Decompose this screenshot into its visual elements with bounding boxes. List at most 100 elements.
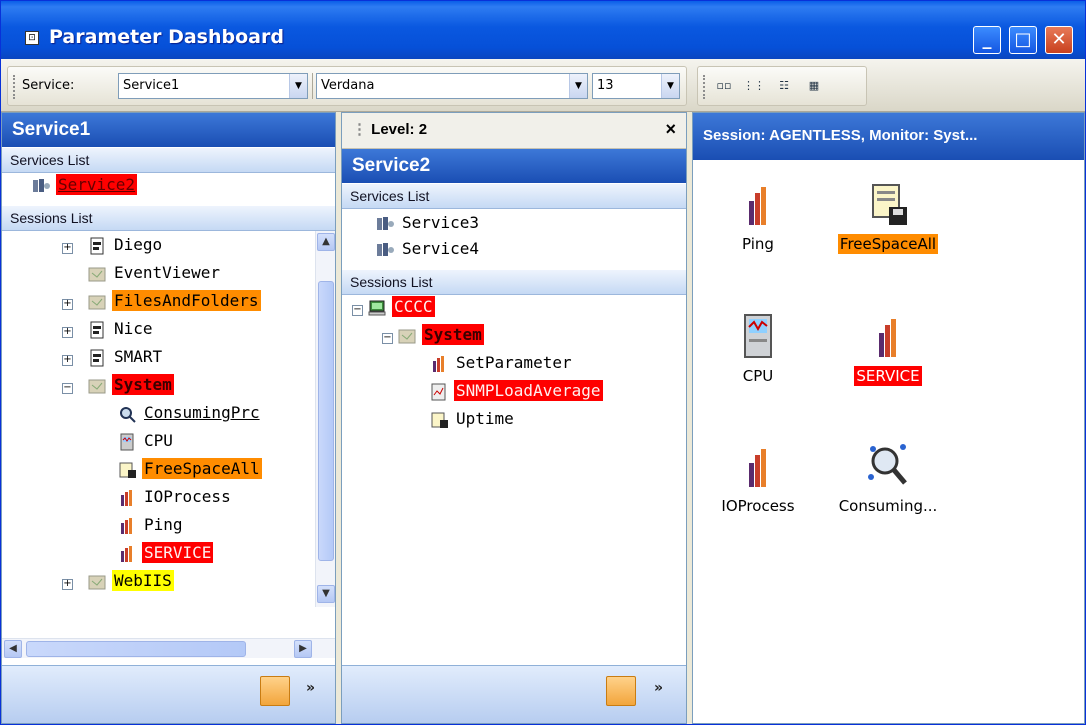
chevron-down-icon[interactable]: ▼ [289, 74, 307, 98]
tree-row[interactable]: SERVICE [118, 542, 214, 571]
expand-icon[interactable]: + [62, 579, 73, 590]
tree-row[interactable]: ConsumingPrc [118, 403, 262, 431]
overflow-chevron-icon[interactable]: » [654, 680, 663, 696]
services-list-header[interactable]: Services List [342, 183, 686, 209]
tile-label: Consuming... [838, 497, 938, 515]
monitor-icon-tile[interactable]: SERVICE [823, 313, 953, 386]
tree-row[interactable]: EventViewer [88, 263, 222, 291]
toolbar-grip[interactable] [13, 75, 16, 99]
scroll-down-button[interactable]: ▼ [317, 585, 335, 603]
tree-row[interactable]: FilesAndFolders [88, 290, 261, 319]
vertical-scrollbar[interactable]: ▲ ▼ [315, 231, 335, 607]
service-link[interactable]: Service2 [56, 174, 138, 195]
scroll-left-button[interactable]: ◀ [4, 640, 22, 658]
tree-label: Diego [114, 235, 163, 254]
monitor-icon-tile[interactable]: Consuming... [823, 443, 953, 515]
tree-row[interactable]: CPU [118, 431, 175, 459]
monitor-icon-tile[interactable]: Ping [693, 181, 823, 253]
service-select-value: Service1 [123, 78, 180, 93]
bars-icon [430, 355, 448, 373]
toolbar-grip[interactable] [703, 75, 706, 99]
tree-row[interactable]: IOProcess [118, 487, 233, 515]
level-header: ⋮ Level: 2 × [342, 113, 686, 149]
monitor-icon-tile[interactable]: FreeSpaceAll [823, 181, 953, 254]
horizontal-scrollbar[interactable]: ◀ ▶ [2, 638, 335, 658]
middle-pane-title: Service2 [342, 149, 686, 183]
calendar-icon[interactable] [606, 676, 636, 706]
expand-icon[interactable]: + [62, 299, 73, 310]
bars-icon [749, 187, 766, 225]
monitor-folder-icon [88, 265, 106, 283]
tree-label: SERVICE [142, 542, 214, 563]
session-monitor-header: Session: AGENTLESS, Monitor: Syst... [693, 113, 1084, 160]
tree-row[interactable]: SMART [88, 347, 164, 375]
monitor-icon-tile[interactable]: CPU [693, 313, 823, 385]
expand-icon[interactable]: + [62, 243, 73, 254]
tree-row[interactable]: Uptime [430, 409, 516, 437]
expand-icon[interactable]: + [62, 327, 73, 338]
cpu-icon [118, 433, 136, 451]
scroll-thumb[interactable] [26, 641, 246, 657]
minimize-button[interactable]: _ [973, 26, 1001, 54]
service-select[interactable]: Service1 ▼ [118, 73, 308, 99]
tree-row[interactable]: System [398, 324, 484, 353]
service-icon [376, 241, 394, 259]
tree-row[interactable]: FreeSpaceAll [118, 458, 262, 487]
sessions-list-header[interactable]: Sessions List [2, 205, 335, 231]
tree-row[interactable]: Ping [118, 515, 185, 543]
view-list-button[interactable]: ⋮⋮ [742, 75, 766, 97]
right-pane: Session: AGENTLESS, Monitor: Syst... Pin… [692, 112, 1085, 724]
tree-label: ConsumingPrc [144, 403, 260, 422]
overflow-chevron-icon[interactable]: » [306, 680, 315, 696]
services-list-header[interactable]: Services List [2, 147, 335, 173]
app-icon[interactable]: ⊡ [25, 31, 39, 45]
list-item[interactable]: Service3 [376, 213, 481, 241]
view-toolbar: ▫▫ ⋮⋮ ☷ ▦ [697, 66, 867, 106]
scroll-right-button[interactable]: ▶ [294, 640, 312, 658]
size-select[interactable]: 13 ▼ [592, 73, 680, 99]
chevron-down-icon[interactable]: ▼ [661, 74, 679, 98]
view-grid-button[interactable]: ▦ [802, 75, 826, 97]
list-item[interactable]: Service4 [376, 239, 481, 267]
title-bar[interactable]: ⊡ Parameter Dashboard _ □ ✕ [1, 1, 1085, 59]
tree-row[interactable]: SetParameter [430, 353, 574, 381]
list-item[interactable]: Service2 [32, 174, 138, 203]
tree-label: System [112, 374, 174, 395]
collapse-icon[interactable]: − [352, 305, 363, 316]
expand-icon[interactable]: + [62, 355, 73, 366]
scroll-up-button[interactable]: ▲ [317, 233, 335, 251]
app-window: ⊡ Parameter Dashboard _ □ ✕ Service: Ser… [0, 0, 1086, 725]
collapse-icon[interactable]: − [382, 333, 393, 344]
font-select[interactable]: Verdana ▼ [316, 73, 588, 99]
tree-row[interactable]: WebIIS [88, 570, 174, 599]
close-icon[interactable]: × [665, 119, 676, 140]
services-list: Service2 [2, 173, 335, 205]
close-button[interactable]: ✕ [1045, 26, 1073, 54]
service-link[interactable]: Service4 [400, 238, 481, 259]
tile-label: CPU [742, 367, 774, 385]
tree-label: EventViewer [114, 263, 220, 282]
view-details-button[interactable]: ☷ [772, 75, 796, 97]
toolbar-grip[interactable]: ⋮ [352, 121, 371, 138]
tree-row[interactable]: SNMPLoadAverage [430, 380, 603, 409]
view-small-icons-button[interactable]: ▫▫ [712, 75, 736, 97]
tree-row[interactable]: Nice [88, 319, 155, 347]
scroll-thumb[interactable] [318, 281, 334, 561]
tree-row[interactable]: System [88, 374, 174, 403]
session-icon [88, 237, 106, 255]
tree-row[interactable]: Diego [88, 235, 164, 263]
tree-row[interactable]: CCCC [368, 296, 435, 325]
monitor-icon-tile[interactable]: IOProcess [693, 443, 823, 515]
tree-label: Nice [114, 319, 153, 338]
calendar-icon[interactable] [260, 676, 290, 706]
tree-label: SNMPLoadAverage [454, 380, 603, 401]
monitor-folder-icon [398, 327, 416, 345]
tree-label: CCCC [392, 296, 435, 317]
collapse-icon[interactable]: − [62, 383, 73, 394]
maximize-button[interactable]: □ [1009, 26, 1037, 54]
tree-label: WebIIS [112, 570, 174, 591]
sessions-list-header[interactable]: Sessions List [342, 269, 686, 295]
bars-icon [879, 319, 896, 357]
service-link[interactable]: Service3 [400, 212, 481, 233]
chevron-down-icon[interactable]: ▼ [569, 74, 587, 98]
